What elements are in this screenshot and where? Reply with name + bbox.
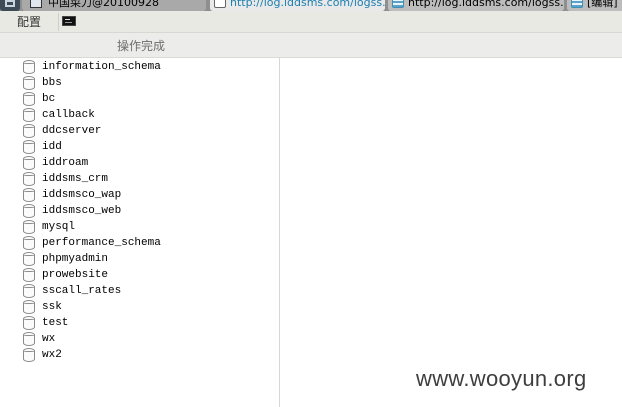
database-item[interactable]: performance_schema xyxy=(0,235,279,251)
database-icon xyxy=(23,60,35,74)
database-label: bc xyxy=(42,93,56,105)
toolbar: 配置 xyxy=(0,11,622,33)
database-icon xyxy=(23,236,35,250)
database-item[interactable]: iddroam xyxy=(0,155,279,171)
database-label: information_schema xyxy=(42,61,161,73)
database-item[interactable]: idd xyxy=(0,139,279,155)
database-item[interactable]: ddcserver xyxy=(0,123,279,139)
browser-tab-bar: 中国菜刀@20100928 http://log.iddsms.com/logs… xyxy=(0,0,622,11)
database-list: information_schemabbs bc callback ddcserver… xyxy=(0,58,279,363)
database-label: mysql xyxy=(42,221,76,233)
database-icon xyxy=(23,204,35,218)
database-icon xyxy=(23,92,35,106)
database-label: iddsms_crm xyxy=(42,173,109,185)
status-bar: 操作完成 xyxy=(0,33,622,58)
database-icon xyxy=(23,316,35,330)
tab-title: http://log.iddsms.com/logss.p... xyxy=(408,0,564,9)
database-label: ssk xyxy=(42,301,62,313)
database-icon xyxy=(23,156,35,170)
terminal-icon[interactable] xyxy=(62,16,76,26)
page-icon xyxy=(214,0,226,8)
tab-edit[interactable]: [编辑] xyxy=(567,0,622,11)
database-icon xyxy=(23,300,35,314)
database-icon xyxy=(23,172,35,186)
config-button[interactable]: 配置 xyxy=(4,13,54,31)
database-item[interactable]: ssk xyxy=(0,299,279,315)
database-label: phpmyadmin xyxy=(42,253,109,265)
database-label: wx xyxy=(42,333,56,345)
database-label: prowebsite xyxy=(42,269,109,281)
watermark: www.wooyun.org xyxy=(416,366,587,391)
tab-caidao[interactable]: 中国菜刀@20100928 xyxy=(22,0,206,11)
database-icon xyxy=(23,332,35,346)
database-item[interactable]: mysql xyxy=(0,219,279,235)
database-item[interactable]: iddsmsco_web xyxy=(0,203,279,219)
web-icon xyxy=(571,0,583,8)
database-label: ddcserver xyxy=(42,125,102,137)
database-label: callback xyxy=(42,109,95,121)
database-icon xyxy=(23,140,35,154)
database-item[interactable]: information_schema xyxy=(0,59,279,75)
database-item[interactable]: prowebsite xyxy=(0,267,279,283)
database-label: idd xyxy=(42,141,62,153)
web-icon xyxy=(392,0,404,8)
database-item[interactable]: iddsms_crm xyxy=(0,171,279,187)
database-icon xyxy=(23,76,35,90)
database-item[interactable]: wx2 xyxy=(0,347,279,363)
tab-logss[interactable]: http://log.iddsms.com/logss.p... xyxy=(388,0,564,11)
database-item[interactable]: phpmyadmin xyxy=(0,251,279,267)
database-item[interactable]: sscall_rates xyxy=(0,283,279,299)
database-icon xyxy=(23,188,35,202)
database-item[interactable]: wx xyxy=(0,331,279,347)
tab-title: [编辑] xyxy=(587,0,618,9)
database-item[interactable]: bbs xyxy=(0,75,279,91)
database-icon xyxy=(23,252,35,266)
database-label: wx2 xyxy=(42,349,62,361)
database-item[interactable]: callback xyxy=(0,107,279,123)
tab-logss-active[interactable]: http://log.iddsms.com/logss.p... xyxy=(210,0,385,11)
database-tree-pane[interactable]: information_schemabbs bc callback ddcserver… xyxy=(0,58,280,407)
database-icon xyxy=(23,268,35,282)
database-icon xyxy=(23,108,35,122)
database-label: performance_schema xyxy=(42,237,161,249)
database-item[interactable]: bc xyxy=(0,91,279,107)
database-label: iddsmsco_web xyxy=(42,205,122,217)
window-icon xyxy=(30,0,42,8)
status-message: 操作完成 xyxy=(117,39,166,53)
database-icon xyxy=(23,124,35,138)
content-pane[interactable] xyxy=(281,58,622,407)
database-label: bbs xyxy=(42,77,62,89)
app-icon xyxy=(5,0,15,7)
database-label: iddsmsco_wap xyxy=(42,189,122,201)
database-item[interactable]: iddsmsco_wap xyxy=(0,187,279,203)
database-label: iddroam xyxy=(42,157,89,169)
database-item[interactable]: test xyxy=(0,315,279,331)
tab-title: http://log.iddsms.com/logss.p... xyxy=(230,0,385,9)
tab-title: 中国菜刀@20100928 xyxy=(48,0,159,9)
database-label: test xyxy=(42,317,69,329)
app-menu-button[interactable] xyxy=(0,0,20,11)
toolbar-divider xyxy=(58,13,59,31)
database-label: sscall_rates xyxy=(42,285,122,297)
database-icon xyxy=(23,348,35,362)
database-icon xyxy=(23,284,35,298)
database-icon xyxy=(23,220,35,234)
